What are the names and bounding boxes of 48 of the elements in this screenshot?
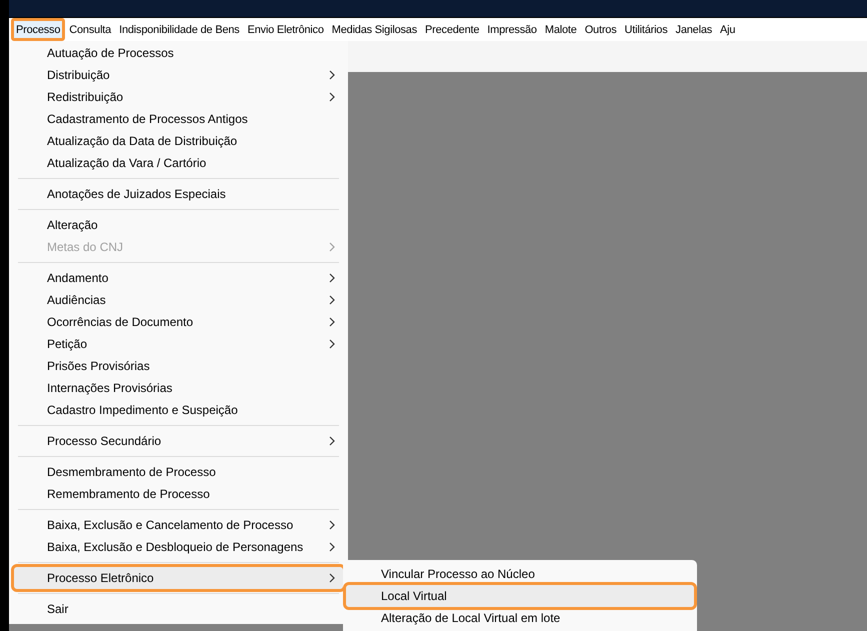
menu-item[interactable]: Cadastro Impedimento e Suspeição bbox=[14, 399, 343, 421]
menu-item[interactable]: Consulta bbox=[65, 18, 116, 41]
menu-item[interactable]: Cadastramento de Processos Antigos bbox=[14, 108, 343, 130]
menu-item[interactable]: Impressão bbox=[483, 18, 541, 41]
menu-item[interactable]: Envio Eletrônico bbox=[243, 18, 328, 41]
chevron-right-icon bbox=[329, 339, 335, 349]
menu-item[interactable]: Processo bbox=[11, 18, 66, 41]
menu-item[interactable]: Andamento bbox=[14, 267, 343, 289]
menu-item[interactable]: Baixa, Exclusão e Cancelamento de Processo bbox=[14, 514, 343, 536]
menu-item[interactable]: Prisões Provisórias bbox=[14, 355, 343, 377]
menu-item[interactable]: Ocorrências de Documento bbox=[14, 311, 343, 333]
menu-item[interactable]: Atualização da Vara / Cartório bbox=[14, 152, 343, 174]
menu-item[interactable]: Desmembramento de Processo bbox=[14, 461, 343, 483]
menu-item[interactable]: Baixa, Exclusão e Desbloqueio de Personagens bbox=[14, 536, 343, 558]
chevron-right-icon bbox=[329, 295, 335, 305]
menu-item[interactable]: Indisponibilidade de Bens bbox=[115, 18, 244, 41]
menu-item[interactable]: Redistribuição bbox=[14, 86, 343, 108]
menu-item[interactable]: Outros bbox=[580, 18, 620, 41]
menu-item[interactable]: Utilitários bbox=[620, 18, 672, 41]
menu-item[interactable]: Autuação de Processos bbox=[14, 42, 343, 64]
chevron-right-icon bbox=[329, 520, 335, 530]
chevron-right-icon bbox=[329, 273, 335, 283]
chevron-right-icon bbox=[329, 242, 335, 252]
menu-item[interactable]: Malote bbox=[540, 18, 581, 41]
chevron-right-icon bbox=[329, 317, 335, 327]
chevron-right-icon bbox=[329, 92, 335, 102]
menu-item[interactable]: Janelas bbox=[672, 18, 716, 41]
chevron-right-icon bbox=[329, 436, 335, 446]
menu-item[interactable]: Local Virtual bbox=[346, 585, 694, 607]
menu-item[interactable]: Remembramento de Processo bbox=[14, 483, 343, 505]
chevron-right-icon bbox=[329, 573, 335, 583]
chevron-right-icon bbox=[329, 70, 335, 80]
menu-item[interactable]: Processo Eletrônico bbox=[14, 567, 343, 589]
menu-item[interactable]: Audiências bbox=[14, 289, 343, 311]
chevron-right-icon bbox=[329, 542, 335, 552]
menu-item[interactable]: Processo Secundário bbox=[14, 430, 343, 452]
menu-item[interactable]: Distribuição bbox=[14, 64, 343, 86]
menu-item[interactable]: Alteração bbox=[14, 214, 343, 236]
menu-item[interactable]: Sair bbox=[14, 598, 343, 620]
menu-item[interactable]: Anotações de Juizados Especiais bbox=[14, 183, 343, 205]
menu-item[interactable]: Alteração de Local Virtual em lote bbox=[346, 607, 694, 629]
menu-item[interactable]: Internações Provisórias bbox=[14, 377, 343, 399]
menu-item[interactable]: Medidas Sigilosas bbox=[328, 18, 422, 41]
menu-item[interactable]: Aju bbox=[716, 18, 740, 41]
menu-item[interactable]: Precedente bbox=[421, 18, 484, 41]
menu-item[interactable]: Atualização da Data de Distribuição bbox=[14, 130, 343, 152]
menu-item[interactable]: Vincular Processo ao Núcleo bbox=[346, 563, 694, 585]
menu-item[interactable]: Petição bbox=[14, 333, 343, 355]
